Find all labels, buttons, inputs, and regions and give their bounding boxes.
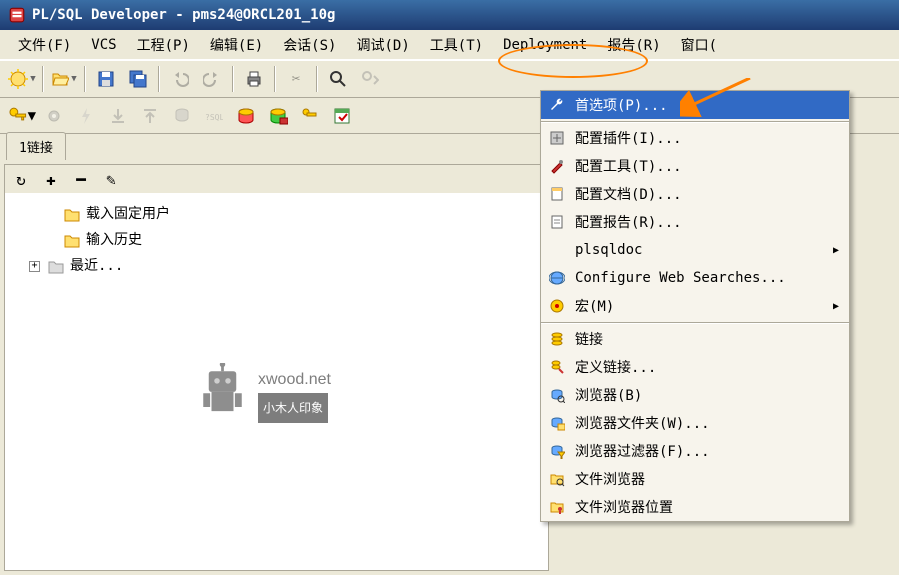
menu-window[interactable]: 窗口( <box>671 31 727 59</box>
tab-connection[interactable]: 1链接 <box>6 132 66 160</box>
menu-project[interactable]: 工程(P) <box>127 31 200 59</box>
menu-edit[interactable]: 编辑(E) <box>200 31 273 59</box>
plugin-icon <box>547 128 567 148</box>
browser-icon <box>547 385 567 405</box>
report-icon <box>547 212 567 232</box>
menu-browser[interactable]: 浏览器(B) <box>541 381 849 409</box>
menu-links[interactable]: 链接 <box>541 325 849 353</box>
folder-grey-icon <box>48 258 64 274</box>
tools-menu-dropdown: 首选项(P)... 配置插件(I)... 配置工具(T)... 配置文档(D).… <box>540 90 850 522</box>
add-icon[interactable]: ✚ <box>41 169 61 189</box>
title-bar: PL/SQL Developer - pms24@ORCL201_10g <box>0 0 899 30</box>
menu-report[interactable]: 报告(R) <box>597 31 670 59</box>
bolt-button <box>72 102 100 130</box>
window-title: PL/SQL Developer - pms24@ORCL201_10g <box>32 7 335 23</box>
menu-file[interactable]: 文件(F) <box>8 31 81 59</box>
wrench-icon <box>547 95 567 115</box>
key-button[interactable]: ▼ <box>8 102 36 130</box>
tree-toolbar: ↻ ✚ ━ ✎ <box>5 165 548 193</box>
sql-button: ?SQL <box>200 102 228 130</box>
tree-item-recent[interactable]: + 最近... <box>13 253 540 279</box>
db-green-button[interactable] <box>264 102 292 130</box>
watermark-sub: 小木人印象 <box>258 393 328 423</box>
folder-icon <box>64 206 80 222</box>
menu-config-plugin[interactable]: 配置插件(I)... <box>541 124 849 152</box>
menu-config-docs[interactable]: 配置文档(D)... <box>541 180 849 208</box>
menu-config-tools[interactable]: 配置工具(T)... <box>541 152 849 180</box>
menu-preferences[interactable]: 首选项(P)... <box>541 91 849 119</box>
menu-file-browser-loc[interactable]: 文件浏览器位置 <box>541 493 849 521</box>
chevron-right-icon: ▶ <box>833 301 839 312</box>
search-next-button <box>356 65 384 93</box>
links-edit-icon <box>547 357 567 377</box>
folder-icon <box>64 232 80 248</box>
menu-debug[interactable]: 调试(D) <box>346 31 419 59</box>
menu-def-links[interactable]: 定义链接... <box>541 353 849 381</box>
key-lock-button[interactable] <box>296 102 324 130</box>
open-button[interactable]: ▼ <box>50 65 78 93</box>
expand-icon[interactable]: + <box>29 261 40 272</box>
menu-macro[interactable]: 宏(M)▶ <box>541 292 849 320</box>
browser-folder-icon <box>547 413 567 433</box>
refresh-icon[interactable]: ↻ <box>11 169 31 189</box>
menu-plsqldoc[interactable]: plsqldoc▶ <box>541 236 849 264</box>
tree-item-load-users[interactable]: 载入固定用户 <box>13 201 540 227</box>
menu-file-browser[interactable]: 文件浏览器 <box>541 465 849 493</box>
docs-icon <box>547 184 567 204</box>
file-location-icon <box>547 497 567 517</box>
save-all-button[interactable] <box>124 65 152 93</box>
rollback-button <box>136 102 164 130</box>
redo-button <box>198 65 226 93</box>
pencil-icon[interactable]: ✎ <box>101 169 121 189</box>
menu-tools[interactable]: 工具(T) <box>420 31 493 59</box>
menu-browser-filters[interactable]: 浏览器过滤器(F)... <box>541 437 849 465</box>
browser-filter-icon <box>547 441 567 461</box>
window-button[interactable] <box>328 102 356 130</box>
print-button[interactable] <box>240 65 268 93</box>
svg-text:?SQL: ?SQL <box>205 113 223 122</box>
menu-browser-folders[interactable]: 浏览器文件夹(W)... <box>541 409 849 437</box>
gear-button <box>40 102 68 130</box>
chevron-right-icon: ▶ <box>833 245 839 256</box>
links-icon <box>547 329 567 349</box>
cut-button: ✂ <box>282 65 310 93</box>
save-button[interactable] <box>92 65 120 93</box>
menu-session[interactable]: 会话(S) <box>273 31 346 59</box>
query-button <box>168 102 196 130</box>
menu-web-searches[interactable]: Configure Web Searches... <box>541 264 849 292</box>
menu-deployment[interactable]: Deployment <box>493 33 597 57</box>
watermark: xwood.net 小木人印象 <box>195 363 331 427</box>
tree-item-input-history[interactable]: 输入历史 <box>13 227 540 253</box>
watermark-url: xwood.net <box>258 367 331 393</box>
macro-icon <box>547 296 567 316</box>
app-icon <box>8 6 26 24</box>
tree-view[interactable]: 载入固定用户 输入历史 + 最近... xwood.net 小木人印象 <box>5 193 548 570</box>
menu-bar: 文件(F) VCS 工程(P) 编辑(E) 会话(S) 调试(D) 工具(T) … <box>0 30 899 60</box>
sidebar-panel: ↻ ✚ ━ ✎ 载入固定用户 输入历史 + 最近... <box>4 164 549 571</box>
db-red-button[interactable] <box>232 102 260 130</box>
tools-icon <box>547 156 567 176</box>
commit-button <box>104 102 132 130</box>
new-button[interactable]: ▼ <box>8 65 36 93</box>
menu-vcs[interactable]: VCS <box>81 33 126 57</box>
undo-button <box>166 65 194 93</box>
search-button[interactable] <box>324 65 352 93</box>
file-browser-icon <box>547 469 567 489</box>
remove-icon[interactable]: ━ <box>71 169 91 189</box>
menu-config-reports[interactable]: 配置报告(R)... <box>541 208 849 236</box>
globe-icon <box>547 268 567 288</box>
